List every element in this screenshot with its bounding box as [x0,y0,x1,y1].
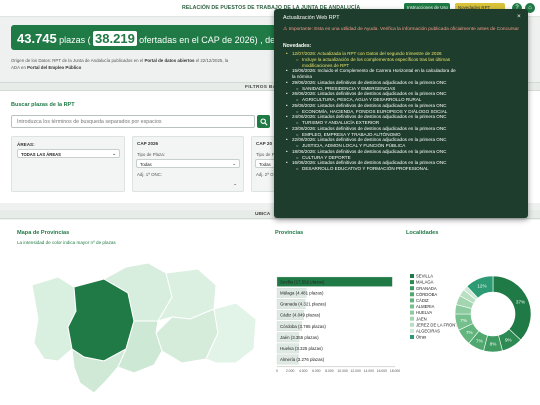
search-label: Buscar plazas de la RPT [11,102,75,108]
donut-slice[interactable] [492,275,532,341]
legend-swatch [410,274,414,278]
legend-item: CÓRDOBA [416,292,437,297]
search-icon [259,117,268,126]
slice-label: 37% [516,300,525,305]
slice-label: 7% [460,318,467,323]
legend-item: Otras [416,335,426,340]
bar-label: Jaén (3.355 plazas) [280,335,319,340]
popup-title: Actualización Web RPT [283,15,340,21]
tipo-plaza-label: Tipo de Plaza: [137,152,165,157]
map-subtitle: La intensidad de color indica mayor nº d… [17,240,116,245]
x-tick-label: 18.000 [390,369,400,373]
ofertadas-count: 38.219 [93,31,137,46]
cap-heading: CAP 2026 [137,141,159,146]
novedad-item: DESARROLLO EDUCATIVO Y FORMACIÓN PROFESI… [292,166,520,172]
cap-card: CAP 2026 Tipo de Plaza: Todas ⌄ Adj. 1ª O… [132,136,244,192]
adj-onc-label: Adj. 1ª ONC: [137,172,163,177]
tipo-plaza-select[interactable]: Todas ⌄ [136,159,240,168]
open-data-link[interactable]: Portal de datos abiertos [144,58,194,63]
bar-label: Huelva (3.325 plazas) [280,346,323,351]
slice-label: 12% [477,284,486,289]
bar-label: Córdoba (3.785 plazas) [280,324,326,329]
bar-label: Almería (3.276 plazas) [280,357,325,362]
x-tick-label: 6.000 [312,369,321,373]
chevron-down-icon: ⌄ [233,181,237,186]
legend-swatch [410,316,414,321]
portal-empleo-link[interactable]: Portal del Empleo Público [27,65,81,70]
data-origin: Origen de los Datos: RPT de la Junta de … [11,58,229,70]
bar-label: Sevilla (17.592 plazas) [280,279,325,284]
map-title: Mapa de Provincias [17,230,70,236]
legend-item: JAEN [416,316,427,321]
search-input[interactable]: Introduzca los términos de busqueda sepa… [11,115,255,128]
slice-label: 7% [476,338,483,343]
x-tick-label: 14.000 [364,369,374,373]
plazas-text: plazas ( [59,35,91,45]
legend-swatch [410,280,414,285]
legend-item: ALGECIRAS [416,329,440,334]
x-tick-label: 4.000 [299,369,308,373]
areas-heading: ÁREAS: [17,142,35,147]
bar-label: Granada (4.321 plazas) [280,302,327,307]
legend-swatch [410,335,414,339]
legend-swatch [410,298,414,303]
x-tick-label: 8.000 [325,369,334,373]
novedades-heading: Novedades: [283,43,312,49]
x-tick-label: 10.000 [337,369,347,373]
legend-swatch [410,304,414,309]
localidades-donut-chart: SEVILLAMALAGAGRANADACÓRDOBACÁDIZALMERIAH… [410,274,532,353]
x-tick-label: 2.000 [286,369,295,373]
slice-label: 7% [466,330,473,335]
legend-item: SEVILLA [416,274,433,279]
update-popup: Actualización Web RPT × ⚠ Importante: Es… [274,9,528,218]
banner-rest: ofertadas en el CAP de 2026) , de un tot [139,35,286,45]
legend-swatch [410,286,414,291]
chevron-down-icon: ⌄ [232,161,236,166]
legend-item: MALAGA [416,280,434,285]
areas-card: ÁREAS: TODAS LAS ÁREAS ⌄ [11,136,125,192]
total-plazas: 43.745 [17,31,57,46]
legend-item: CÁDIZ [416,298,429,303]
legend-swatch [410,322,414,327]
legend-item: GRANADA [416,286,437,291]
areas-select[interactable]: TODAS LAS ÁREAS ⌄ [17,149,120,158]
provincias-title: Provincias [275,230,304,236]
localidades-title: Localidades [406,230,439,236]
slice-label: 8% [490,342,497,347]
x-tick-label: 0 [276,369,278,373]
legend-swatch [410,328,414,333]
provinces-bar-chart: Sevilla (17.592 plazas) Málaga (4.481 pla… [276,276,400,373]
map-huelva[interactable] [31,276,77,362]
adj-onc-select[interactable]: ⌄ [136,180,240,189]
close-icon[interactable]: × [517,13,521,20]
bar-label: Cádiz (4.049 plazas) [280,313,321,318]
slice-label: 9% [505,337,512,342]
x-tick-label: 12.000 [350,369,360,373]
chevron-down-icon: ⌄ [112,151,116,156]
search-button[interactable] [257,115,270,128]
popup-warning: ⚠ Importante: Esta es una utilidad de Ay… [283,27,519,32]
summary-banner: 43.745 plazas ( 38.219 ofertadas en el C… [11,25,286,50]
novedades-list: 12/07/2026: Actualizada la RPT con Datos… [286,51,520,172]
legend-item: HUELVA [416,310,432,315]
legend-swatch [410,292,414,297]
bar-label: Málaga (4.481 plazas) [280,291,324,296]
legend-swatch [410,310,414,315]
legend-item: ALMERIA [416,304,435,309]
x-tick-label: 16.000 [377,369,387,373]
provinces-map [31,263,257,394]
